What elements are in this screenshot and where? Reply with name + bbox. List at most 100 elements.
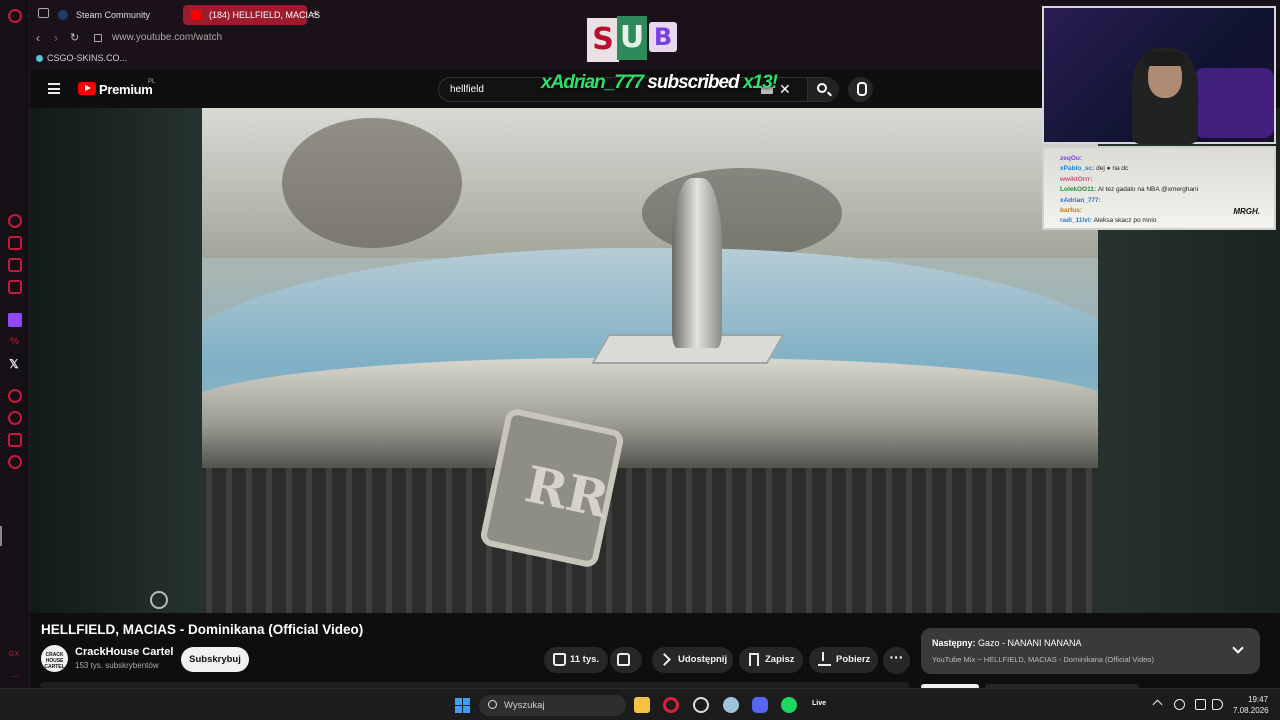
more-dots-icon[interactable]: ··· <box>10 671 20 682</box>
tab-label: (184) HELLFIELD, MACIAS <box>209 10 321 20</box>
clock-time[interactable]: 19:47 <box>1248 695 1268 704</box>
video-title: HELLFIELD, MACIAS - Dominikana (Official… <box>41 622 364 637</box>
url-field[interactable]: www.youtube.com/watch <box>112 32 222 43</box>
chat-logo: MRGH. <box>1233 207 1260 216</box>
percent-icon[interactable]: % <box>10 336 19 347</box>
x-twitter-icon[interactable]: 𝕏 <box>9 357 19 371</box>
tab-steam-community[interactable]: Steam Community <box>50 5 170 25</box>
extensions-icon[interactable] <box>8 433 22 447</box>
resize-handle[interactable] <box>0 526 2 546</box>
badge-text: RR <box>520 454 614 530</box>
tab-workspace-icon[interactable] <box>38 8 49 18</box>
chat-line: wwiktOrrr: <box>1060 175 1260 185</box>
player-icon[interactable] <box>8 389 22 403</box>
video-frame[interactable]: RR <box>202 108 1098 613</box>
download-button[interactable]: Pobierz <box>809 647 878 673</box>
up-next-panel[interactable]: Następny: Gazo - NANANI NANANA YouTube M… <box>921 628 1260 674</box>
channel-avatar[interactable]: CRACK HOUSE CARTEL <box>41 645 68 672</box>
twitch-icon[interactable] <box>8 313 22 327</box>
new-tab-button[interactable]: + <box>312 8 318 20</box>
chat-line: barfus: <box>1060 206 1260 216</box>
opera-menu-icon[interactable] <box>8 9 22 23</box>
search-button[interactable] <box>807 78 839 101</box>
search-input[interactable]: hellfield <box>450 84 484 95</box>
browser-sidebar: % 𝕏 GX ··· <box>0 0 30 688</box>
taskbar-search[interactable]: Wyszukaj <box>479 695 626 716</box>
thumbs-up-icon <box>553 653 566 666</box>
bookmark-icon <box>749 653 759 666</box>
chat-message: Aleksa skacz po mnio <box>1093 217 1157 225</box>
dislike-button[interactable] <box>610 647 642 673</box>
subscribe-button[interactable]: Subskrybuj <box>181 647 249 672</box>
shopping-bag-icon[interactable] <box>8 236 22 250</box>
display-icon[interactable] <box>1195 699 1206 710</box>
save-label: Zapisz <box>765 654 795 665</box>
clock-date[interactable]: 7.08.2026 <box>1233 706 1269 715</box>
instagram-icon[interactable] <box>8 280 22 294</box>
youtube-icon <box>191 10 201 20</box>
clear-search-icon[interactable]: ✕ <box>779 81 791 98</box>
chat-line: radi_11lvl: Aleksa skacz po mnio <box>1060 216 1260 226</box>
youtube-logo-icon[interactable] <box>78 82 96 95</box>
chat-line: xPablo_sc: dej ● na dc <box>1060 164 1260 174</box>
sub-alert-text: xAdrian_777 subscribed x13! <box>541 72 778 94</box>
voice-search-mic-icon[interactable] <box>848 77 873 102</box>
save-button[interactable]: Zapisz <box>739 647 803 673</box>
steam-icon[interactable] <box>693 697 709 713</box>
forward-icon[interactable]: › <box>54 31 58 45</box>
chevron-down-icon[interactable] <box>1232 642 1244 654</box>
stream-chat-overlay: zeqOu: xPablo_sc: dej ● na dc wwiktOrrr: … <box>1042 146 1276 230</box>
sub-letter-u: U <box>617 16 647 60</box>
chat-username: radi_11lvl: <box>1060 217 1094 225</box>
chat-username: wwiktOrrr: <box>1060 175 1093 183</box>
opera-gx-icon[interactable] <box>663 697 679 713</box>
chrome-grille-top <box>202 358 1098 468</box>
back-icon[interactable]: ‹ <box>36 31 40 45</box>
app-icon[interactable] <box>723 697 739 713</box>
bookmark-favicon-icon <box>36 55 43 62</box>
windows-start-icon[interactable] <box>455 698 470 713</box>
spirit-of-ecstasy-ornament <box>672 178 722 348</box>
like-button[interactable]: 11 tys. <box>544 647 608 673</box>
share-label: Udostępnij <box>678 654 728 665</box>
microphone-icon[interactable] <box>1174 699 1185 710</box>
chat-lines: zeqOu: xPablo_sc: dej ● na dc wwiktOrrr: … <box>1060 154 1260 227</box>
search-icon <box>488 700 497 709</box>
file-explorer-icon[interactable] <box>634 697 650 713</box>
menu-icon[interactable] <box>48 83 60 94</box>
volume-icon[interactable] <box>1212 699 1223 710</box>
led-glow <box>1194 68 1274 138</box>
chat-message: Al tez gadalo na NBA @xmerghani <box>1097 186 1199 194</box>
live-app-icon[interactable]: Live <box>812 700 826 707</box>
chat-line: xAdrian_777: <box>1060 196 1260 206</box>
taskbar-search-label: Wyszukaj <box>504 700 545 711</box>
up-next-mix: YouTube Mix ~ HELLFIELD, MACIAS - Domini… <box>932 655 1154 664</box>
desktop-screen: % 𝕏 GX ··· Steam Community (184) HELLFIE… <box>0 0 1280 720</box>
share-button[interactable]: Udostępnij <box>652 647 733 673</box>
chat-message: dej ● na dc <box>1096 165 1129 173</box>
up-next-title: Gazo - NANANI NANANA <box>978 638 1082 648</box>
messenger-icon[interactable] <box>8 258 22 272</box>
discord-icon[interactable] <box>752 697 768 713</box>
share-icon <box>658 653 671 666</box>
sub-alert-graphic: S U B <box>587 16 679 64</box>
history-icon[interactable] <box>8 411 22 425</box>
tray-overflow-icon[interactable] <box>1152 699 1163 710</box>
subscriber-count: 153 tys. subskrybentów <box>75 661 159 670</box>
channel-name[interactable]: CrackHouse Cartel <box>75 646 173 658</box>
settings-gear-icon[interactable] <box>8 455 22 469</box>
lock-icon[interactable] <box>94 34 102 42</box>
bookmark-csgo-skins[interactable]: CSGO-SKINS.CO... <box>47 53 127 63</box>
youtube-premium-logo[interactable]: Premium <box>99 82 153 97</box>
gx-icon[interactable]: GX <box>9 651 19 658</box>
spotify-icon[interactable] <box>781 697 797 713</box>
aria-ai-icon[interactable] <box>8 214 22 228</box>
country-code: PL <box>148 79 156 85</box>
reload-icon[interactable]: ↻ <box>70 31 79 44</box>
chat-username: zeqOu: <box>1060 155 1083 162</box>
sub-letter-b: B <box>649 22 677 52</box>
up-next-label: Następny: Gazo - NANANI NANANA <box>932 638 1082 648</box>
more-actions-button[interactable]: ··· <box>883 647 910 674</box>
chat-username: LolekOO11: <box>1060 186 1098 194</box>
tab-youtube-video[interactable]: (184) HELLFIELD, MACIAS <box>183 5 320 25</box>
